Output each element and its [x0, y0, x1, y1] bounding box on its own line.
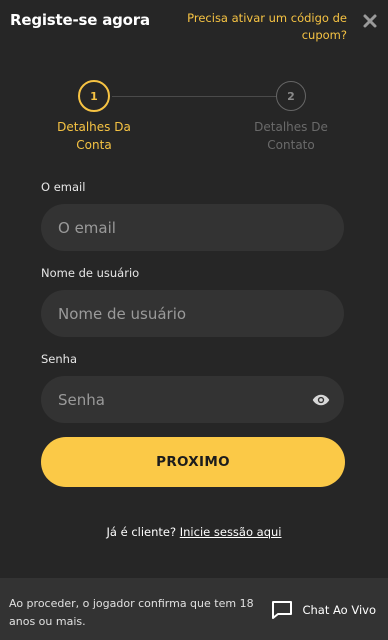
registration-modal: Registe-se agora Precisa ativar um códig… — [0, 0, 388, 640]
password-label: Senha — [41, 352, 77, 366]
login-link[interactable]: Inicie sessão aqui — [180, 525, 282, 539]
live-chat-button[interactable]: Chat Ao Vivo — [271, 600, 376, 620]
step-2-indicator: 2 — [276, 81, 306, 111]
username-field-wrapper — [41, 290, 344, 337]
step-1-indicator: 1 — [78, 80, 110, 112]
footer-bar: Ao proceder, o jogador confirma que tem … — [0, 578, 388, 640]
page-title: Registe-se agora — [10, 11, 150, 29]
close-icon — [363, 14, 377, 28]
chat-bubble-icon — [272, 601, 293, 619]
username-field[interactable] — [41, 290, 344, 337]
registration-stepper: 1 2 Detalhes Da Conta Detalhes De Contat… — [0, 78, 388, 158]
coupon-code-link[interactable]: Precisa ativar um código de cupom? — [167, 10, 347, 44]
password-field-wrapper — [41, 376, 344, 423]
email-label: O email — [41, 180, 86, 194]
email-field[interactable] — [41, 204, 344, 251]
age-disclaimer: Ao proceder, o jogador confirma que tem … — [9, 597, 254, 628]
login-prompt-text: Já é cliente? — [106, 525, 177, 539]
email-field-wrapper — [41, 204, 344, 251]
password-field[interactable] — [41, 376, 344, 423]
close-button[interactable] — [362, 13, 378, 29]
eye-icon[interactable] — [312, 391, 330, 409]
username-label: Nome de usuário — [41, 266, 140, 280]
login-prompt-line: Já é cliente? Inicie sessão aqui — [0, 525, 388, 539]
next-button[interactable]: PROXIMO — [41, 437, 345, 487]
step-2-label: Detalhes De Contato — [254, 120, 328, 152]
chat-label: Chat Ao Vivo — [302, 603, 376, 617]
step-1-label: Detalhes Da Conta — [57, 120, 131, 152]
stepper-connector — [112, 96, 278, 97]
